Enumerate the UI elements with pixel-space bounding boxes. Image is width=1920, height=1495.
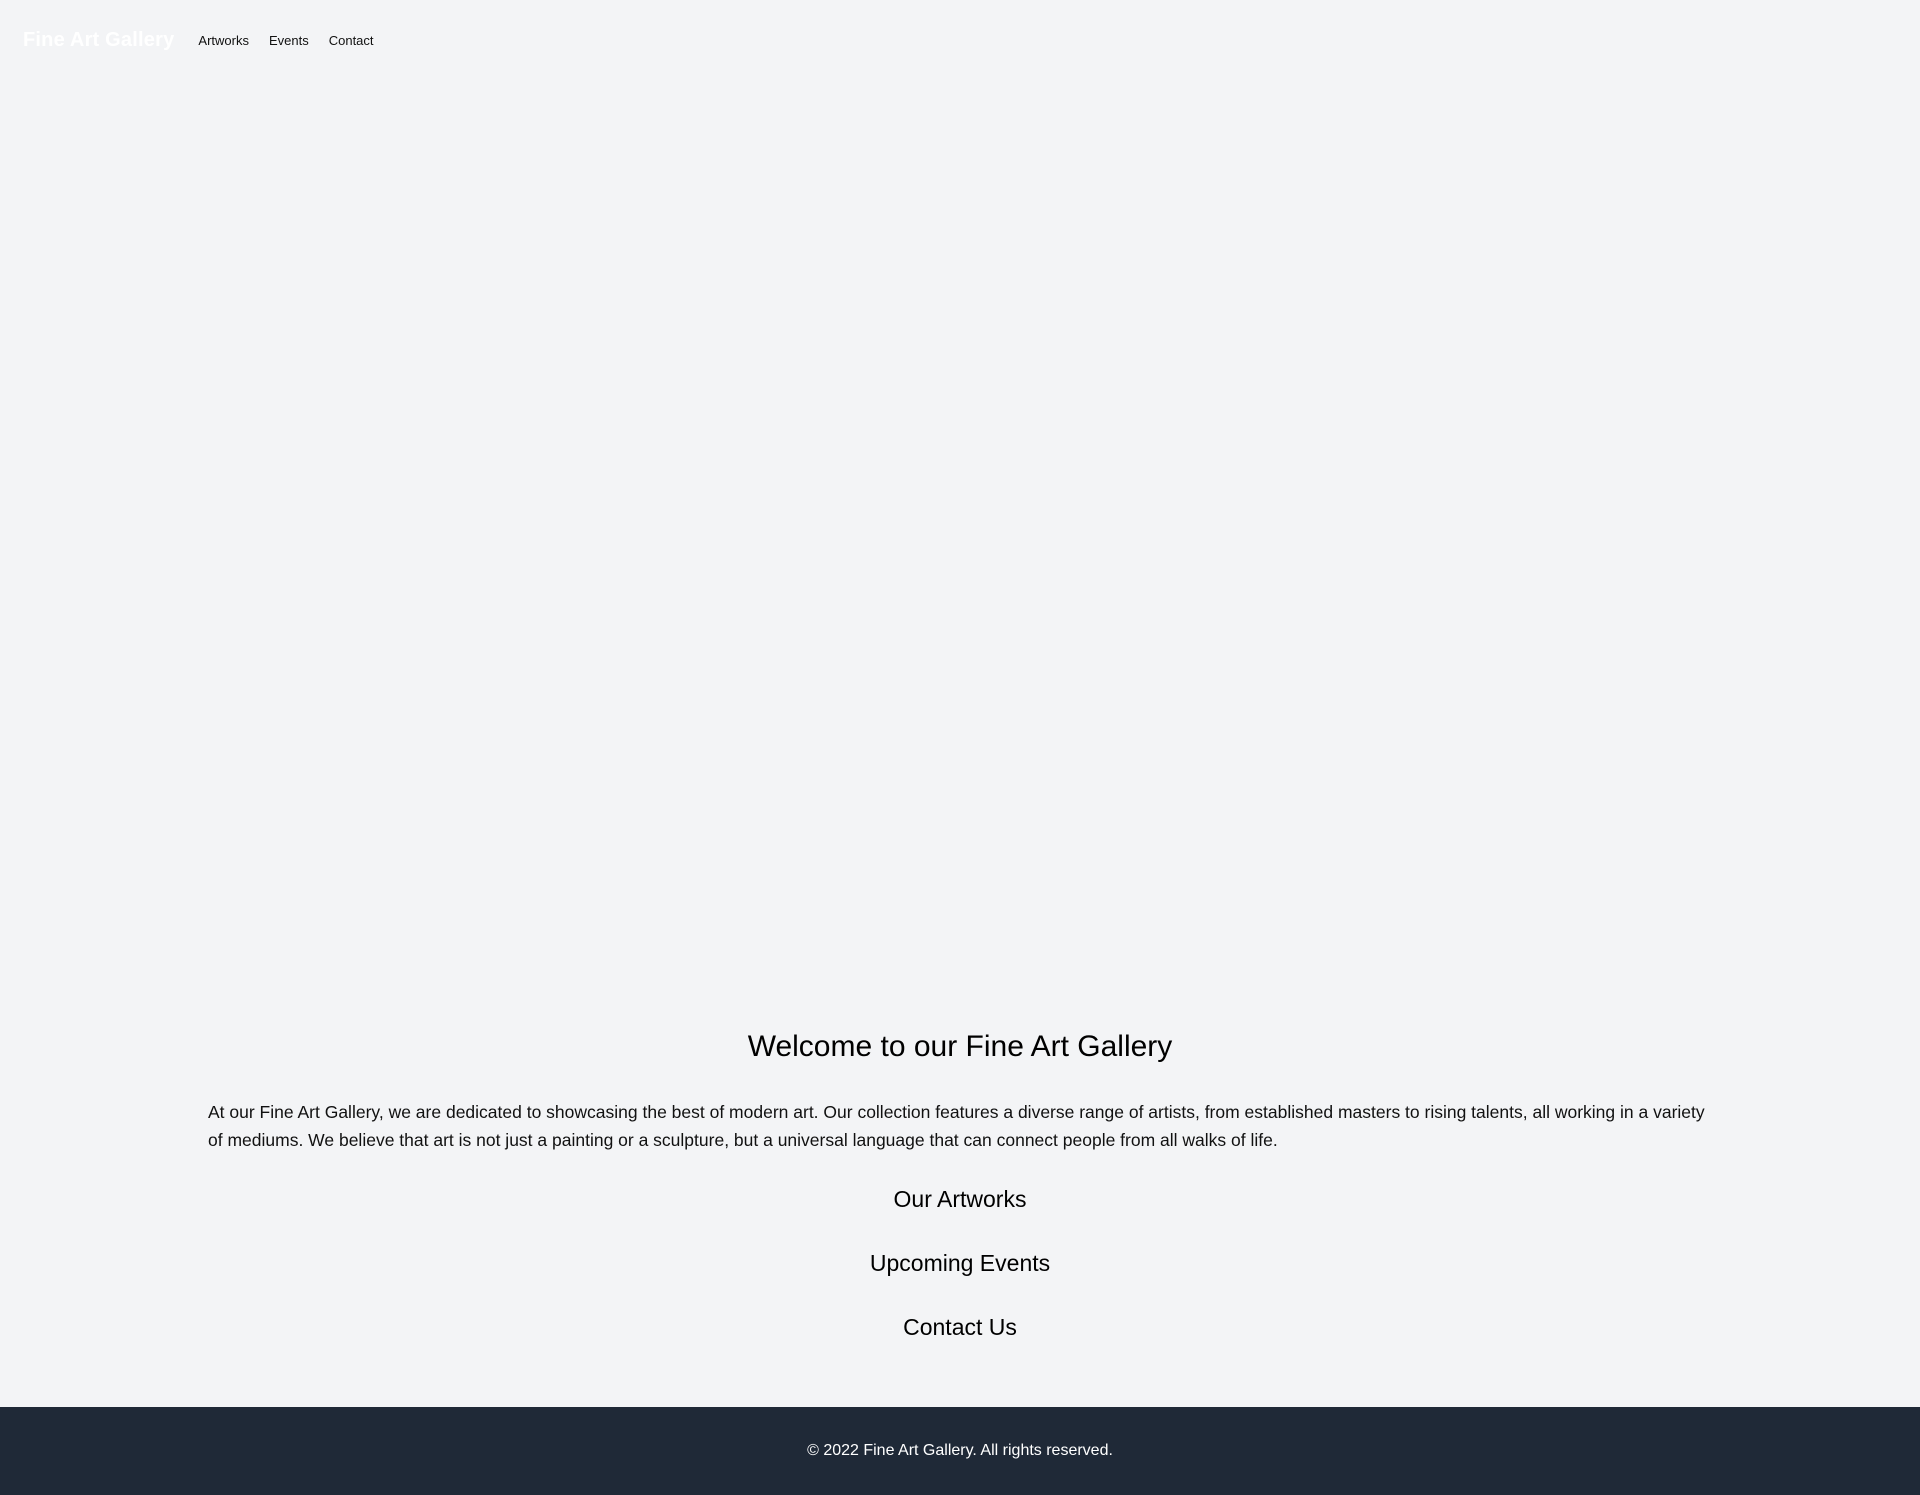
main-content: Welcome to our Fine Art Gallery At our F… — [208, 1000, 1712, 1346]
section-heading-contact: Contact Us — [903, 1314, 1017, 1340]
nav-link-contact[interactable]: Contact — [329, 33, 374, 48]
footer: © 2022 Fine Art Gallery. All rights rese… — [0, 1407, 1920, 1495]
section-heading-events: Upcoming Events — [869, 1250, 1051, 1276]
copyright-text: © 2022 Fine Art Gallery. All rights rese… — [807, 1442, 1113, 1459]
top-navigation: Fine Art Gallery Artworks Events Contact — [0, 0, 1920, 80]
brand-logo-link[interactable]: Fine Art Gallery — [23, 29, 174, 52]
section-heading-artworks: Our Artworks — [893, 1186, 1027, 1212]
page-title: Welcome to our Fine Art Gallery — [747, 1030, 1173, 1063]
hero-area — [0, 80, 1920, 980]
page: Fine Art Gallery Artworks Events Contact… — [0, 0, 1920, 1495]
nav-link-artworks[interactable]: Artworks — [198, 33, 249, 48]
nav-link-events[interactable]: Events — [269, 33, 309, 48]
intro-paragraph: At our Fine Art Gallery, we are dedicate… — [208, 1102, 1705, 1150]
